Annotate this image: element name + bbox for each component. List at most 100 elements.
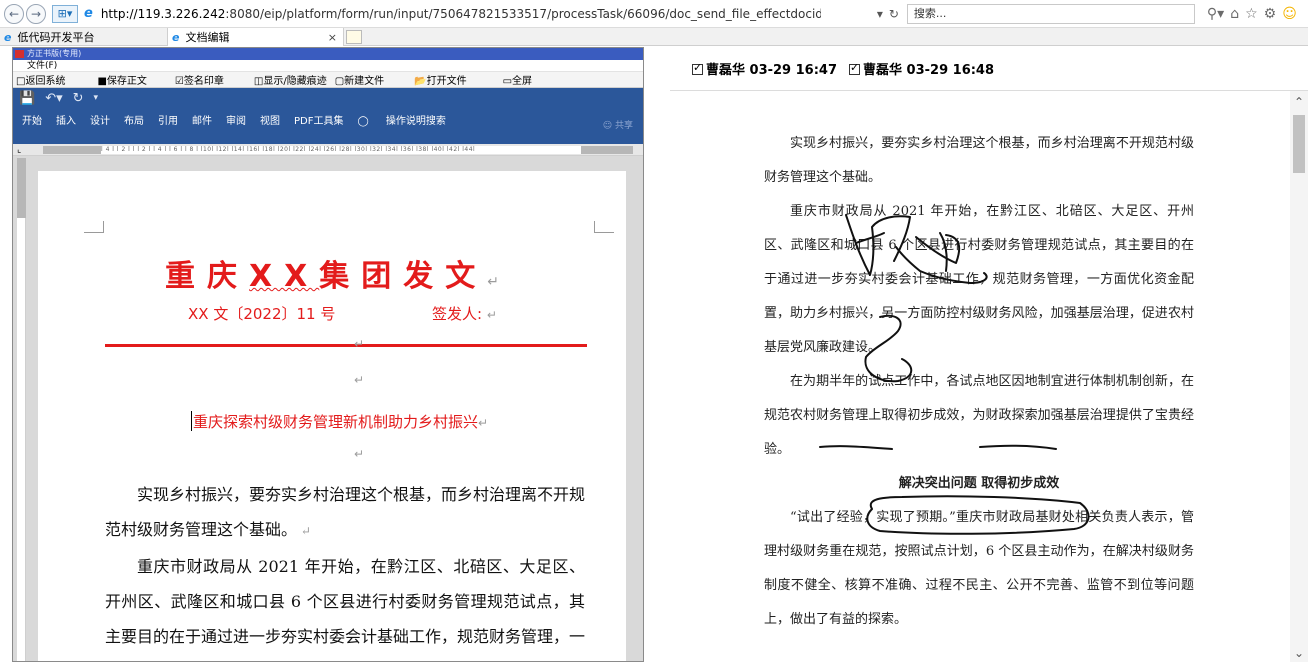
checkbox-checked-icon <box>849 61 861 75</box>
word-editor: 方正书版(专用) 文件(F) □返回系统 ■保存正文 ☑签名印章 ◫显示/隐藏痕… <box>12 47 644 662</box>
signature-text: 曹磊华 03-29 16:48 <box>863 63 995 78</box>
tab-label: 文档编辑 <box>185 31 230 44</box>
subhead-text: 重庆探索村级财务管理新机制助力乡村振兴 <box>193 413 479 431</box>
document-preview: 曹磊华 03-29 16:47 曹磊华 03-29 16:48 实现乡村振兴，要… <box>670 47 1308 662</box>
doc-number-text: XX 文〔2022〕11 号 <box>188 305 336 323</box>
fullscreen-button[interactable]: ▭全屏 <box>503 72 532 87</box>
ribbon-tab-pdf-tools[interactable]: PDF工具集 <box>294 112 343 127</box>
tell-me-search[interactable]: ◯ 操作说明搜索 <box>357 112 459 127</box>
crop-mark-right <box>594 221 614 233</box>
horizontal-ruler[interactable]: ⌞ l 4 l l 2 l l l 2 l l 4 l l 6 l l 8 l … <box>13 144 643 156</box>
share-button[interactable]: ☺ 共享 <box>603 118 633 131</box>
open-file-button[interactable]: 📂打开文件 <box>414 72 466 87</box>
close-tab-icon[interactable]: × <box>328 31 337 44</box>
preview-heading: 解决突出问题 取得初步成效 <box>898 476 1060 491</box>
return-system-button[interactable]: □返回系统 <box>16 72 65 87</box>
new-tab-button[interactable] <box>346 30 362 44</box>
share-label: 共享 <box>614 121 633 131</box>
preview-paragraph: 在为期半年的试点工作中，各试点地区因地制宜进行体制机制创新，在规范农村财务管理上… <box>764 374 1194 457</box>
ie-page-icon: e <box>84 6 93 21</box>
signature-entry[interactable]: 曹磊华 03-29 16:47 <box>692 59 837 78</box>
document-subhead: 重庆探索村级财务管理新机制助力乡村振兴↵ <box>193 411 488 432</box>
undo-icon[interactable]: ↶▾ <box>45 91 62 106</box>
redo-icon[interactable]: ↻ <box>73 91 84 106</box>
editor-toolbar: □返回系统 ■保存正文 ☑签名印章 ◫显示/隐藏痕迹 ▢新建文件 📂打开文件 ▭… <box>13 72 643 88</box>
file-menu[interactable]: 文件(F) <box>13 60 643 72</box>
address-bar: ← → ⊞▾ e http://119.3.226.242:8080/eip/p… <box>0 0 1308 28</box>
home-icon[interactable]: ⌂ <box>1230 6 1239 22</box>
search-input[interactable]: 搜索... <box>906 3 1195 24</box>
crop-mark-left <box>84 221 104 233</box>
tab-lowcode-platform[interactable]: e 低代码开发平台 <box>0 28 168 46</box>
tell-me-label: 操作说明搜索 <box>385 115 446 127</box>
scroll-thumb[interactable] <box>1293 115 1305 173</box>
title-part: 重庆 <box>165 259 249 294</box>
ribbon: 💾 ↶▾ ↻ ▾ 开始 插入 设计 布局 引用 邮件 审阅 视图 PDF工具集 … <box>13 88 643 144</box>
ruler-margin-right <box>581 146 633 154</box>
document-number: XX 文〔2022〕11 号 <box>188 303 335 324</box>
forward-arrow-icon[interactable]: → <box>26 3 46 24</box>
signature-bar: 曹磊华 03-29 16:47 曹磊华 03-29 16:48 <box>670 47 1308 91</box>
scroll-down-icon[interactable]: ⌄ <box>1294 646 1304 660</box>
vertical-ruler[interactable] <box>17 158 26 661</box>
document-page[interactable]: 重庆XX集团发文↵ XX 文〔2022〕11 号 签发人: ↵ ↵ ↵ 重庆探索… <box>38 171 626 661</box>
body-paragraph-1: 实现乡村振兴，要夯实乡村治理这个根基，而乡村治理离不开规范村级财务管理这个基础。… <box>105 477 585 549</box>
preview-paragraph: 实现乡村振兴，要夯实乡村治理这个根基，而乡村治理离不开规范村级财务管理这个基础。 <box>764 136 1194 185</box>
url-field[interactable]: http://119.3.226.242:8080/eip/platform/f… <box>101 7 821 21</box>
save-body-button[interactable]: ■保存正文 <box>97 72 146 87</box>
toggle-trace-button[interactable]: ◫显示/隐藏痕迹 <box>254 72 327 87</box>
preview-paragraph: 重庆市财政局从 2021 年开始，在黔江区、北碚区、大足区、开州区、武隆区和城口… <box>764 204 1194 355</box>
issuer-label: 签发人: ↵ <box>432 303 497 324</box>
save-disk-icon[interactable]: 💾 <box>19 91 35 106</box>
ribbon-tabs: 开始 插入 设计 布局 引用 邮件 审阅 视图 PDF工具集 ◯ 操作说明搜索 <box>13 108 643 130</box>
refresh-icon[interactable]: ↻ <box>889 7 899 21</box>
ribbon-tab-references[interactable]: 引用 <box>158 112 178 127</box>
tab-label: 低代码开发平台 <box>17 31 95 44</box>
new-file-button[interactable]: ▢新建文件 <box>335 72 384 87</box>
person-icon: ☺ <box>602 121 613 131</box>
tab-document-edit[interactable]: e 文档编辑 × <box>168 28 344 46</box>
paragraph-mark: ↵ <box>487 274 499 290</box>
back-arrow-icon[interactable]: ← <box>4 3 24 24</box>
favorites-star-icon[interactable]: ☆ <box>1245 6 1258 22</box>
title-part: 集团发文 <box>319 259 488 294</box>
customize-qat-icon[interactable]: ▾ <box>94 93 99 103</box>
browser-right-icons: ⚲▾ ⌂ ☆ ⚙ ☺ <box>1207 6 1297 22</box>
feedback-smiley-icon[interactable]: ☺ <box>1282 6 1297 22</box>
preview-paragraph: “试出了经验，实现了预期。”重庆市财政局基财处相关负责人表示，管理村级财务重在规… <box>764 510 1194 627</box>
ribbon-tab-insert[interactable]: 插入 <box>56 112 76 127</box>
paragraph-mark: ↵ <box>354 447 365 461</box>
settings-gear-icon[interactable]: ⚙ <box>1264 6 1277 22</box>
ribbon-tab-home[interactable]: 开始 <box>22 112 42 127</box>
url-path: :8080/eip/platform/form/run/input/750647… <box>225 6 821 21</box>
compat-view-icon[interactable]: ⊞▾ <box>52 4 78 23</box>
scroll-up-icon[interactable]: ⌃ <box>1294 95 1304 109</box>
ruler-margin-left <box>43 146 101 154</box>
tab-bar: e 低代码开发平台 e 文档编辑 × <box>0 28 1308 46</box>
issuer-text: 签发人: <box>432 305 483 323</box>
paragraph-mark: ↵ <box>486 308 497 322</box>
title-xx: XX <box>249 259 320 294</box>
red-header-line <box>105 344 587 347</box>
checkbox-checked-icon <box>692 61 703 75</box>
url-host: http://119.3.226.242 <box>100 6 226 21</box>
sign-seal-button[interactable]: ☑签名印章 <box>175 72 224 87</box>
search-icon[interactable]: ⚲▾ <box>1207 6 1224 22</box>
lightbulb-icon: ◯ <box>357 115 369 127</box>
ie-tab-icon: e <box>4 30 12 44</box>
ruler-top-margin <box>17 158 26 218</box>
preview-body: 实现乡村振兴，要夯实乡村治理这个根基，而乡村治理离不开规范村级财务管理这个基础。… <box>764 127 1194 637</box>
signature-entry[interactable]: 曹磊华 03-29 16:48 <box>849 59 994 78</box>
ie-tab-icon: e <box>172 30 180 44</box>
dropdown-arrow-icon[interactable]: ▾ <box>877 7 883 21</box>
paragraph-mark: ↵ <box>354 373 365 387</box>
document-title: 重庆XX集团发文↵ <box>38 251 626 295</box>
ribbon-tab-review[interactable]: 审阅 <box>226 112 246 127</box>
ribbon-tab-design[interactable]: 设计 <box>90 112 110 127</box>
ribbon-tab-mailings[interactable]: 邮件 <box>192 112 212 127</box>
tab-stop-selector[interactable]: ⌞ <box>17 145 21 155</box>
preview-scrollbar[interactable]: ⌃ ⌄ <box>1290 91 1308 662</box>
ribbon-tab-view[interactable]: 视图 <box>260 112 280 127</box>
para-text: 实现乡村振兴，要夯实乡村治理这个根基，而乡村治理离不开规范村级财务管理这个基础。 <box>105 485 586 539</box>
ribbon-tab-layout[interactable]: 布局 <box>124 112 144 127</box>
